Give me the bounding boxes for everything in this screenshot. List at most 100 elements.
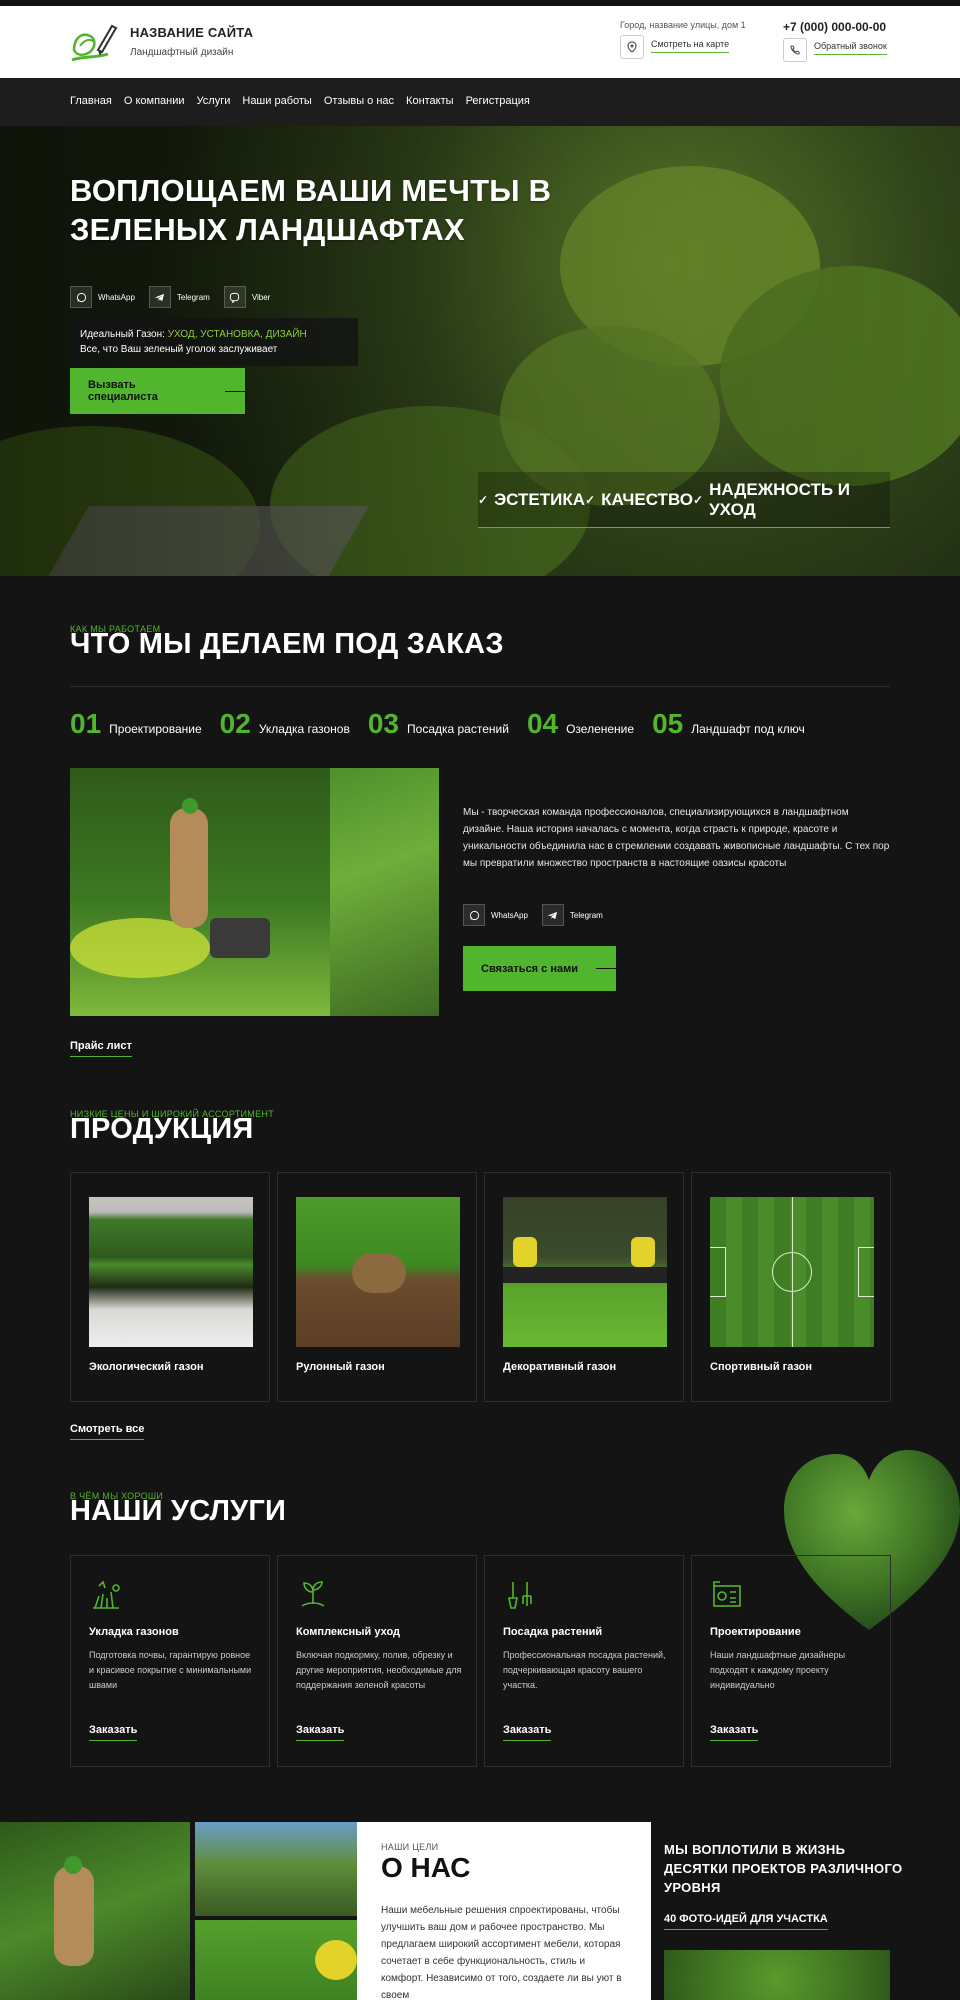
service-title: Комплексный уход <box>296 1626 401 1638</box>
hero-tagline-box: Идеальный Газон: УХОД, УСТАНОВКА, ДИЗАЙН… <box>70 318 358 366</box>
quality-item: ✓ КАЧЕСТВО <box>585 490 693 510</box>
nav-item-home[interactable]: Главная <box>70 95 112 107</box>
product-image <box>503 1197 667 1347</box>
step-number: 04 <box>526 708 559 739</box>
step-item: 05 Ландшафт под ключ <box>652 708 805 740</box>
whatsapp-label: WhatsApp <box>98 292 135 302</box>
map-link[interactable]: Смотреть на карте <box>651 39 730 53</box>
telegram-label: Telegram <box>569 910 603 920</box>
step-item: 01 Проектирование <box>70 708 202 740</box>
product-roll <box>503 1267 667 1283</box>
nav-item-about[interactable]: О компании <box>124 95 185 107</box>
field-box <box>858 1247 874 1297</box>
telegram-link[interactable]: Telegram <box>148 286 210 308</box>
quality-item: ✓ ЭСТЕТИКА <box>478 490 585 510</box>
price-list-link[interactable]: Прайс лист <box>70 1040 132 1057</box>
dash-icon <box>596 968 616 969</box>
viber-link[interactable]: Viber <box>223 286 271 308</box>
service-description: Включая подкормку, полив, обрезку и друг… <box>296 1650 462 1690</box>
logo-icon[interactable] <box>68 20 118 68</box>
about-kicker: НАШИ ЦЕЛИ <box>381 1842 439 1852</box>
product-card[interactable]: Экологический газон <box>70 1172 270 1402</box>
phone-icon[interactable] <box>783 38 807 62</box>
hero-section: ВОПЛОЩАЕМ ВАШИ МЕЧТЫ В ЗЕЛЕНЫХ ЛАНДШАФТА… <box>0 126 960 576</box>
step-number: 02 <box>219 708 251 739</box>
plant-care-icon <box>301 1581 325 1607</box>
product-card[interactable]: Спортивный газон <box>691 1172 891 1402</box>
product-image <box>296 1197 460 1347</box>
map-pin-icon[interactable] <box>620 35 644 59</box>
product-image <box>710 1197 874 1347</box>
order-link[interactable]: Заказать <box>296 1724 345 1741</box>
step-item: 03 Посадка растений <box>368 708 509 740</box>
contact-us-label: Связаться с нами <box>481 962 578 975</box>
main-nav: Главная О компании Услуги Наши работы От… <box>0 78 960 126</box>
telegram-icon <box>541 904 564 926</box>
telegram-label: Telegram <box>176 292 210 302</box>
callback-link[interactable]: Обратный звонок <box>814 41 887 55</box>
ideas-link[interactable]: 40 ФОТО-ИДЕЙ ДЛЯ УЧАСТКА <box>664 1913 828 1930</box>
product-name: Экологический газон <box>89 1361 204 1373</box>
order-link[interactable]: Заказать <box>89 1724 138 1741</box>
nav-item-services[interactable]: Услуги <box>197 95 231 107</box>
quality-label: КАЧЕСТВО <box>601 489 694 509</box>
field-circle <box>772 1252 812 1292</box>
qualities-bar: ✓ ЭСТЕТИКА ✓ КАЧЕСТВО ✓ НАДЕЖНОСТЬ И УХОД <box>478 472 890 528</box>
contact-us-button[interactable]: Связаться с нами <box>463 946 616 991</box>
photo-lawn-strip <box>330 768 439 1016</box>
photo-gardener-cap <box>182 798 198 814</box>
check-icon: ✓ <box>478 492 489 507</box>
nav-item-contacts[interactable]: Контакты <box>406 95 454 107</box>
garden-tools-icon <box>508 1582 532 1609</box>
address: Город, название улицы, дом 1 <box>620 20 746 30</box>
work-steps: 01 Проектирование 02 Укладка газонов 03 Пос… <box>70 708 805 740</box>
service-description: Профессиональная посадка растений, подче… <box>503 1650 666 1690</box>
products-title: ПРОДУКЦИЯ <box>70 1113 254 1145</box>
step-label: Проектирование <box>109 722 202 736</box>
step-label: Посадка растений <box>407 722 509 736</box>
whatsapp-icon <box>70 286 92 308</box>
photo-gardener <box>54 1866 94 1966</box>
phone-number[interactable]: +7 (000) 000-00-00 <box>783 20 886 34</box>
service-description: Наши ландшафтные дизайнеры подходят к ка… <box>710 1650 846 1690</box>
about-photo-gardener <box>0 1822 190 2000</box>
service-title: Укладка газонов <box>89 1626 179 1638</box>
service-title: Проектирование <box>710 1626 801 1638</box>
service-card: Посадка растений Профессиональная посадк… <box>484 1555 684 1767</box>
services-title: НАШИ УСЛУГИ <box>70 1495 287 1527</box>
work-title: ЧТО МЫ ДЕЛАЕМ ПОД ЗАКАЗ <box>70 628 504 660</box>
hero-title: ВОПЛОЩАЕМ ВАШИ МЕЧТЫ В ЗЕЛЕНЫХ ЛАНДШАФТА… <box>70 173 552 247</box>
step-number: 05 <box>652 708 684 739</box>
work-socials: WhatsApp Telegram <box>463 904 603 926</box>
call-specialist-button[interactable]: Вызвать специалиста <box>70 368 245 414</box>
product-card[interactable]: Рулонный газон <box>277 1172 477 1402</box>
quality-label: НАДЕЖНОСТЬ И УХОД <box>709 479 850 519</box>
viber-label: Viber <box>251 292 271 302</box>
call-specialist-label: Вызвать специалиста <box>88 379 158 403</box>
step-number: 01 <box>70 708 102 739</box>
work-photo <box>70 768 439 1016</box>
design-plan-icon <box>713 1581 741 1607</box>
tagline-accent: УХОД, УСТАНОВКА, ДИЗАЙН <box>167 329 307 340</box>
site-name[interactable]: НАЗВАНИЕ САЙТА <box>130 25 253 40</box>
nav-item-reviews[interactable]: Отзывы о нас <box>324 95 394 107</box>
photo-mower <box>210 918 270 958</box>
nav-item-register[interactable]: Регистрация <box>466 95 530 107</box>
see-all-link[interactable]: Смотреть все <box>70 1423 145 1440</box>
product-name: Декоративный газон <box>503 1361 617 1373</box>
nav-item-works[interactable]: Наши работы <box>242 95 311 107</box>
about-photo-garden <box>195 1822 357 1916</box>
check-icon: ✓ <box>693 492 704 507</box>
order-link[interactable]: Заказать <box>503 1724 552 1741</box>
whatsapp-link[interactable]: WhatsApp <box>463 904 528 926</box>
order-link[interactable]: Заказать <box>710 1724 759 1741</box>
whatsapp-link[interactable]: WhatsApp <box>70 286 135 308</box>
whatsapp-icon <box>463 904 485 926</box>
tagline-line2: Все, что Ваш зеленый уголок заслуживает <box>80 344 278 355</box>
telegram-link[interactable]: Telegram <box>541 904 603 926</box>
service-title: Посадка растений <box>503 1626 603 1638</box>
product-card[interactable]: Декоративный газон <box>484 1172 684 1402</box>
service-card: Комплексный уход Включая подкормку, поли… <box>277 1555 477 1767</box>
work-description: Мы - творческая команда профессионалов, … <box>463 807 890 869</box>
step-item: 02 Укладка газонов <box>220 708 350 740</box>
